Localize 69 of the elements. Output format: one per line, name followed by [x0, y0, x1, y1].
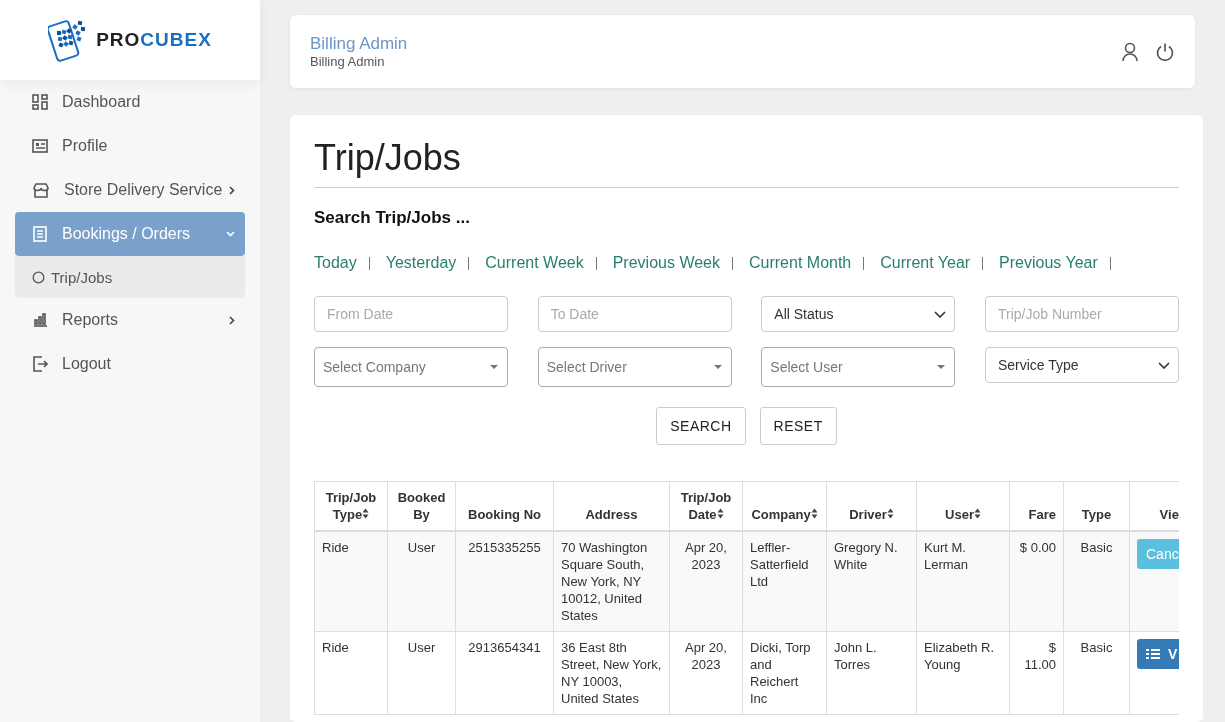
table-cell: 2913654341: [455, 631, 554, 715]
user-icon[interactable]: [1121, 41, 1139, 62]
view-button[interactable]: V: [1137, 639, 1179, 669]
dropdown[interactable]: Select Driver: [537, 347, 732, 387]
dropdown[interactable]: Select User: [761, 347, 956, 387]
id-card-icon: [32, 138, 48, 154]
table-cell: $ 11.00: [1009, 631, 1064, 715]
document-icon: [32, 226, 48, 242]
nav-item[interactable]: Profile: [15, 124, 245, 168]
table-cell: Leffler-Satterfield Ltd: [742, 531, 827, 632]
date-range-link[interactable]: Today: [314, 254, 357, 272]
user-role: Billing Admin: [310, 54, 386, 69]
nav-item[interactable]: Reports: [15, 298, 245, 342]
table-cell: User: [387, 631, 456, 715]
table-cell: Dicki, Torp and Reichert Inc: [742, 631, 827, 715]
page-title: Trip/Jobs: [314, 135, 1179, 188]
nav-item[interactable]: Store Delivery Service: [15, 168, 245, 212]
action-button[interactable]: SEARCH: [656, 407, 746, 445]
table-cell: Ride: [314, 531, 388, 632]
caret-icon: [712, 364, 723, 370]
bar-chart-icon: [32, 312, 48, 328]
dashboard-icon: [32, 94, 48, 110]
table-cell: Apr 20, 2023: [669, 631, 743, 715]
caret-icon: [934, 310, 947, 318]
date-range-link[interactable]: Current Week: [485, 254, 584, 272]
table-cell: 70 Washington Square South, New York, NY 10012, United States: [553, 531, 670, 632]
table-cell: Basic: [1063, 631, 1130, 715]
list-icon: [1146, 648, 1160, 660]
date-range-link[interactable]: Current Year: [880, 254, 971, 272]
circle-icon: [32, 270, 45, 284]
table-cell: 2515335255: [455, 531, 554, 632]
table-cell: Ride: [314, 631, 388, 715]
search-heading: Search Trip/Jobs ...: [314, 208, 471, 228]
table-cell: John L. Torres: [826, 631, 917, 715]
date-range-link[interactable]: Previous Week: [612, 254, 720, 272]
nav-item[interactable]: Dashboard: [15, 80, 245, 124]
table-cell: $ 0.00: [1009, 531, 1064, 632]
sort-icon: [716, 508, 724, 519]
input-field[interactable]: From Date: [314, 296, 508, 332]
dropdown[interactable]: Select Company: [314, 347, 508, 387]
logo-text: PROCUBEX: [96, 29, 212, 51]
date-range-link[interactable]: Yesterday: [385, 254, 457, 272]
sort-icon: [810, 508, 818, 519]
table-cell: Basic: [1063, 531, 1130, 632]
store-icon: [32, 182, 50, 198]
dropdown[interactable]: All Status: [761, 296, 956, 332]
caret-icon: [489, 364, 499, 370]
logout-icon: [32, 356, 48, 372]
submenu-item[interactable]: Trip/Jobs: [15, 256, 245, 298]
table-cell: Elizabeth R. Young: [916, 631, 1010, 715]
table-cell: Apr 20, 2023: [669, 531, 743, 632]
sort-icon: [973, 508, 981, 519]
table-cell: User: [387, 531, 456, 632]
dropdown[interactable]: Service Type: [984, 347, 1179, 383]
sort-icon: [886, 508, 894, 519]
caret-icon: [1157, 361, 1170, 369]
power-icon[interactable]: [1155, 41, 1175, 62]
table-cell: Kurt M. Lerman: [916, 531, 1010, 632]
table-cell: Gregory N. White: [826, 531, 917, 632]
action-button[interactable]: RESET: [759, 407, 837, 445]
sort-icon: [362, 508, 370, 519]
input-field[interactable]: Trip/Job Number: [984, 296, 1179, 332]
nav-item[interactable]: Logout: [15, 342, 245, 386]
date-range-link[interactable]: Previous Year: [999, 254, 1098, 272]
user-name: Billing Admin: [310, 34, 409, 54]
date-range-link[interactable]: Current Month: [749, 254, 852, 272]
caret-icon: [936, 364, 947, 370]
input-field[interactable]: To Date: [537, 296, 732, 332]
table-cell: 36 East 8th Street, New York, NY 10003, United States: [553, 631, 670, 715]
